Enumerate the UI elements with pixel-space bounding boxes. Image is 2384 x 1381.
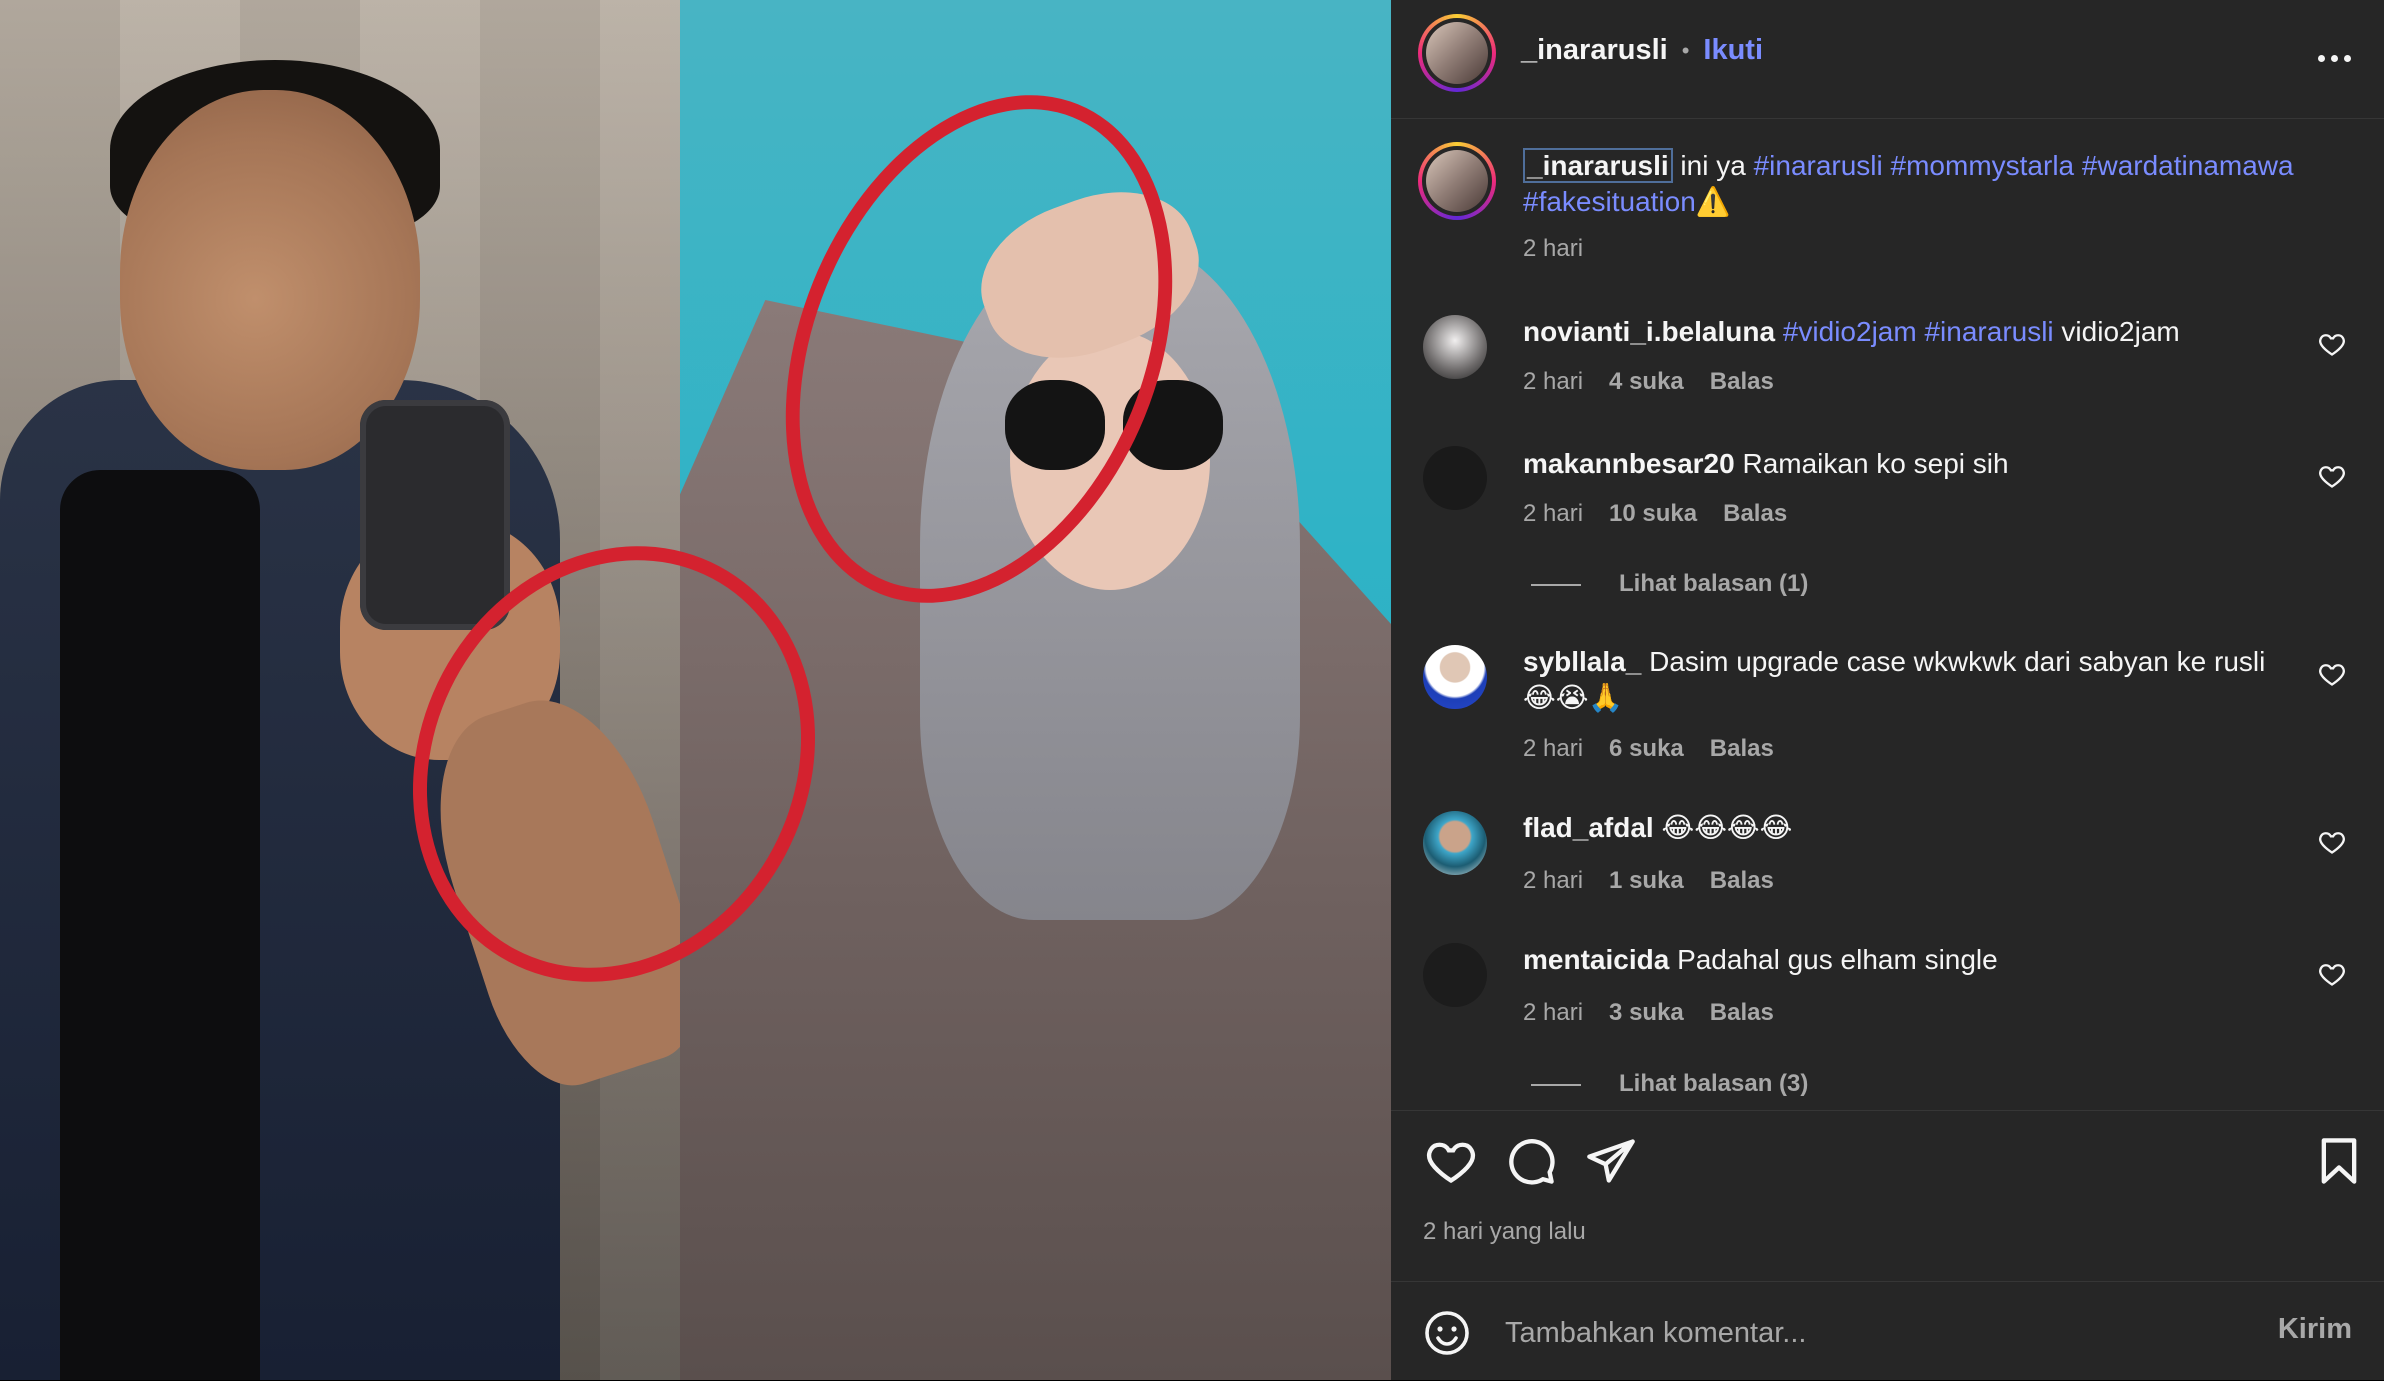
comment-likes[interactable]: 10 suka — [1609, 500, 1697, 527]
hashtag[interactable]: #inararusli — [1754, 150, 1883, 181]
view-replies-button[interactable]: Lihat balasan (3) — [1531, 1070, 1808, 1098]
comment-emoji: 😂😭🙏 — [1523, 682, 1624, 713]
comment-text: Dasim upgrade case wkwkwk dari sabyan ke… — [1649, 646, 2266, 677]
action-bar: 2 hari yang lalu — [1391, 1110, 2384, 1281]
bookmark-icon[interactable] — [2313, 1135, 2365, 1187]
heart-icon[interactable] — [1425, 1135, 1477, 1187]
caption-time: 2 hari — [1523, 235, 1584, 262]
comment-text: vidio2jam — [2053, 316, 2180, 347]
heart-icon[interactable] — [2318, 330, 2346, 358]
hashtag[interactable]: #mommystarla — [1891, 150, 2075, 181]
caption-avatar[interactable] — [1418, 142, 1496, 220]
comment-text: 😂😂😂😂 — [1661, 812, 1793, 843]
reply-button[interactable]: Balas — [1710, 867, 1774, 894]
comment-avatar[interactable] — [1423, 645, 1487, 709]
comment-username[interactable]: sybllala_ — [1523, 646, 1641, 677]
author-username[interactable]: _inararusli — [1521, 34, 1668, 67]
reply-button[interactable]: Balas — [1710, 999, 1774, 1026]
hashtag[interactable]: #fakesituation — [1523, 186, 1696, 217]
hashtag[interactable]: #wardatinamawa — [2082, 150, 2294, 181]
comment-username[interactable]: makannbesar20 — [1523, 448, 1735, 479]
separator-dot: • — [1681, 37, 1690, 63]
comment-composer: Kirim — [1391, 1281, 2384, 1381]
warning-emoji: ⚠️ — [1695, 186, 1731, 217]
caption-username[interactable]: _inararusli — [1523, 148, 1673, 183]
comment-time: 2 hari — [1523, 500, 1584, 527]
author-avatar[interactable] — [1418, 14, 1496, 92]
comment-time: 2 hari — [1523, 999, 1584, 1026]
post-sidebar: _inararusli • Ikuti _inararusli ini ya #… — [1391, 0, 2384, 1380]
emoji-icon[interactable] — [1423, 1309, 1471, 1357]
heart-icon[interactable] — [2318, 462, 2346, 490]
follow-button[interactable]: Ikuti — [1703, 34, 1763, 67]
heart-icon[interactable] — [2318, 828, 2346, 856]
reply-button[interactable]: Balas — [1710, 735, 1774, 762]
post-timestamp: 2 hari yang lalu — [1423, 1218, 1586, 1245]
comment-input[interactable] — [1503, 1304, 2207, 1362]
comment-avatar[interactable] — [1423, 315, 1487, 379]
reply-button[interactable]: Balas — [1710, 368, 1774, 395]
comment-time: 2 hari — [1523, 368, 1584, 395]
comment-icon[interactable] — [1505, 1135, 1557, 1187]
send-button[interactable]: Kirim — [2272, 1312, 2358, 1347]
heart-icon[interactable] — [2318, 660, 2346, 688]
comment-username[interactable]: mentaicida — [1523, 944, 1669, 975]
comments-list[interactable]: _inararusli ini ya #inararusli #mommysta… — [1391, 119, 2384, 1109]
comment-time: 2 hari — [1523, 867, 1584, 894]
hashtag[interactable]: #vidio2jam — [1783, 316, 1917, 347]
heart-icon[interactable] — [2318, 960, 2346, 988]
comment-likes[interactable]: 6 suka — [1609, 735, 1684, 762]
comment-likes[interactable]: 3 suka — [1609, 999, 1684, 1026]
hashtag[interactable]: #inararusli — [1924, 316, 2053, 347]
view-replies-button[interactable]: Lihat balasan (1) — [1531, 570, 1808, 598]
caption-text: ini ya — [1672, 150, 1754, 181]
comment-avatar[interactable] — [1423, 943, 1487, 1007]
comment-username[interactable]: flad_afdal — [1523, 812, 1654, 843]
comment-time: 2 hari — [1523, 735, 1584, 762]
share-icon[interactable] — [1585, 1135, 1637, 1187]
reply-button[interactable]: Balas — [1723, 500, 1787, 527]
comment-likes[interactable]: 1 suka — [1609, 867, 1684, 894]
comment-avatar[interactable] — [1423, 446, 1487, 510]
comment-text: Padahal gus elham single — [1677, 944, 1998, 975]
post-image[interactable] — [0, 0, 1391, 1380]
comment-text: Ramaikan ko sepi sih — [1742, 448, 2009, 479]
post-header: _inararusli • Ikuti — [1391, 0, 2384, 119]
comment-avatar[interactable] — [1423, 811, 1487, 875]
comment-username[interactable]: novianti_i.belaluna — [1523, 316, 1775, 347]
more-options-icon[interactable] — [2312, 36, 2356, 80]
comment-likes[interactable]: 4 suka — [1609, 368, 1684, 395]
